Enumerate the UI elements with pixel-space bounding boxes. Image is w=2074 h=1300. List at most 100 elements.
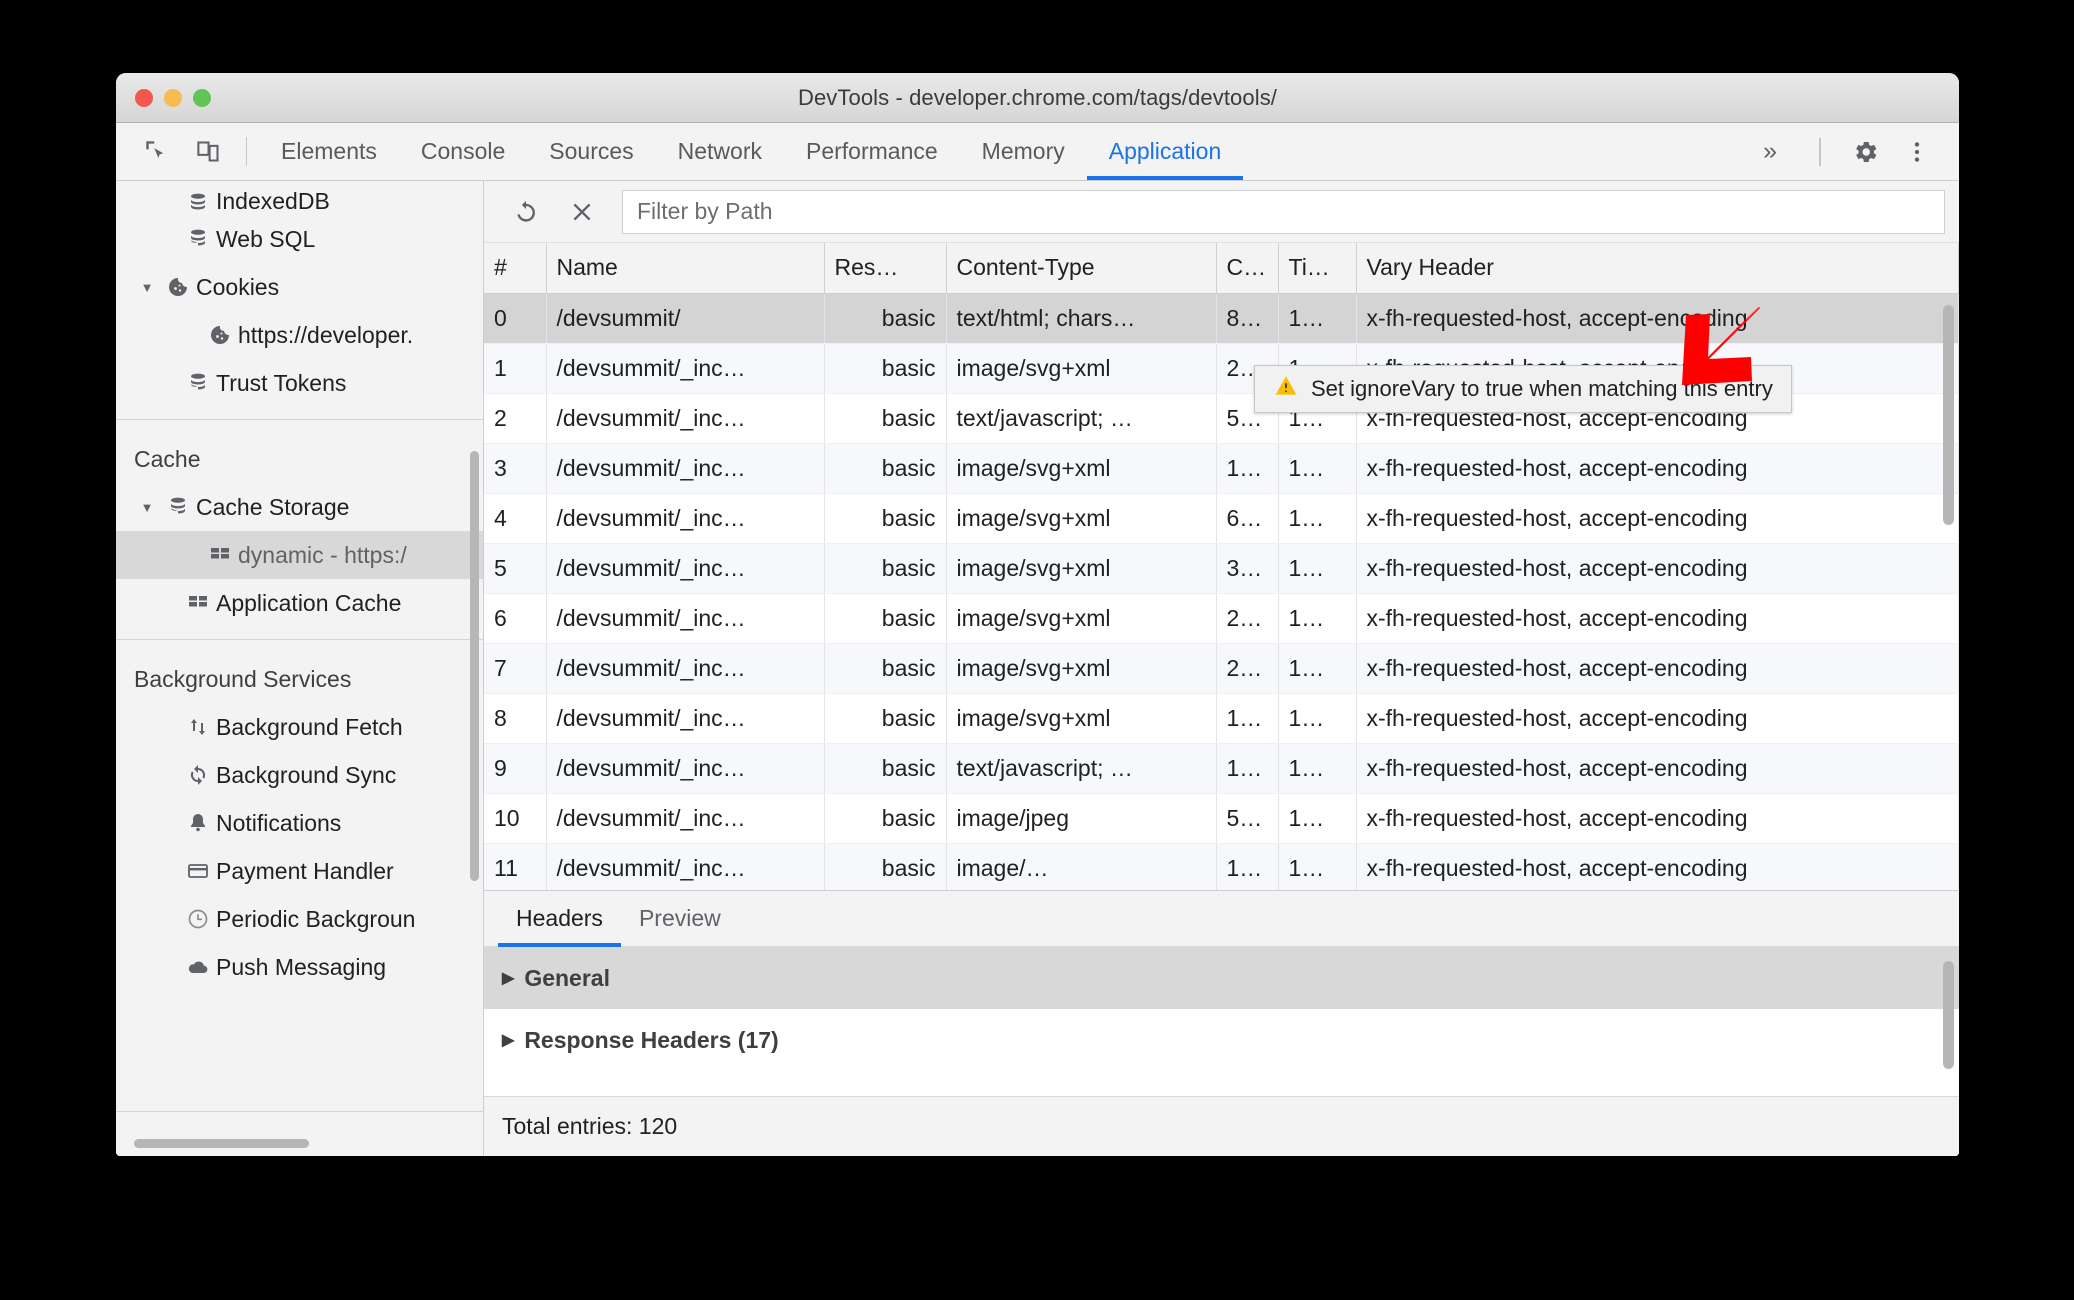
cell-index: 4	[484, 493, 547, 544]
chevron-down-icon[interactable]: ▼	[134, 500, 160, 515]
tab-application[interactable]: Application	[1086, 123, 1244, 180]
sync-icon	[180, 763, 216, 787]
more-tabs-chevron-icon[interactable]: »	[1739, 137, 1801, 166]
table-row[interactable]: 6 /devsummit/_inc… basic image/svg+xml 2…	[484, 593, 1959, 644]
toolbar-divider	[246, 137, 247, 166]
sidebar-item-notifications[interactable]: Notifications	[116, 799, 483, 847]
sidebar-item-cache-storage[interactable]: ▼ Cache Storage	[116, 483, 483, 531]
cell-time-cached: 1…	[1278, 443, 1357, 494]
sidebar-vertical-scrollbar[interactable]	[470, 451, 479, 881]
cell-content-type: image/svg+xml	[946, 543, 1217, 594]
cloud-icon	[180, 955, 216, 979]
accordion-label: Response Headers (17)	[524, 1026, 779, 1053]
sidebar-item-label: dynamic - https:/	[238, 541, 407, 568]
device-toolbar-icon[interactable]	[182, 123, 234, 180]
tab-preview[interactable]: Preview	[621, 891, 739, 946]
tab-headers[interactable]: Headers	[498, 891, 621, 947]
column-header-response-type[interactable]: Res…	[824, 243, 947, 294]
cookie-icon	[202, 323, 238, 347]
table-row[interactable]: 5 /devsummit/_inc… basic image/svg+xml 3…	[484, 543, 1959, 594]
cell-name: /devsummit/_inc…	[546, 793, 825, 844]
database-icon	[160, 495, 196, 519]
tab-memory[interactable]: Memory	[960, 123, 1087, 180]
sidebar-item-indexeddb[interactable]: IndexedDB	[116, 181, 483, 215]
cell-content-length: 8…	[1216, 293, 1279, 344]
cell-name: /devsummit/_inc…	[546, 843, 825, 890]
cell-content-length: 5…	[1216, 793, 1279, 844]
tab-console[interactable]: Console	[399, 123, 527, 180]
cell-vary-header: x-fh-requested-host, accept-encoding	[1356, 743, 1959, 794]
accordion-response-headers[interactable]: ▶ Response Headers (17)	[484, 1009, 1959, 1071]
cell-name: /devsummit/_inc…	[546, 743, 825, 794]
table-row[interactable]: 9 /devsummit/_inc… basic text/javascript…	[484, 743, 1959, 794]
detail-vertical-scrollbar[interactable]	[1943, 961, 1954, 1069]
gear-icon[interactable]	[1839, 137, 1891, 167]
column-header-vary-header[interactable]: Vary Header	[1356, 243, 1959, 294]
sidebar-item-label: Cookies	[196, 273, 280, 300]
sidebar-item-periodic-background-sync[interactable]: Periodic Backgroun	[116, 895, 483, 943]
table-vertical-scrollbar[interactable]	[1943, 305, 1954, 525]
sidebar-item-dynamic-cache[interactable]: dynamic - https:/	[116, 531, 483, 579]
devtools-body: IndexedDB Web SQL ▼ Cookies https://deve…	[116, 181, 1959, 1156]
sidebar-horizontal-scrollbar[interactable]	[134, 1139, 309, 1148]
cell-vary-header: x-fh-requested-host, accept-encoding	[1356, 543, 1959, 594]
sidebar-item-application-cache[interactable]: Application Cache	[116, 579, 483, 627]
sidebar-item-web-sql[interactable]: Web SQL	[116, 215, 483, 263]
table-row[interactable]: 0 /devsummit/ basic text/html; chars… 8……	[484, 293, 1959, 344]
table-row[interactable]: 3 /devsummit/_inc… basic image/svg+xml 1…	[484, 443, 1959, 494]
tab-performance[interactable]: Performance	[784, 123, 960, 180]
chevron-right-icon[interactable]: ▶	[502, 968, 514, 988]
tab-elements[interactable]: Elements	[259, 123, 399, 180]
updown-arrows-icon	[180, 715, 216, 739]
refresh-icon[interactable]	[498, 190, 554, 234]
database-icon	[180, 227, 216, 251]
table-row[interactable]: 7 /devsummit/_inc… basic image/svg+xml 2…	[484, 643, 1959, 694]
application-sidebar[interactable]: IndexedDB Web SQL ▼ Cookies https://deve…	[116, 181, 484, 1156]
chevron-right-icon[interactable]: ▶	[502, 1030, 514, 1050]
delete-x-icon[interactable]	[554, 190, 610, 234]
column-header-name[interactable]: Name	[546, 243, 825, 294]
inspect-element-icon[interactable]	[130, 123, 182, 180]
sidebar-divider	[116, 419, 483, 420]
sidebar-item-background-fetch[interactable]: Background Fetch	[116, 703, 483, 751]
cell-vary-header: x-fh-requested-host, accept-encoding	[1356, 693, 1959, 744]
accordion-general[interactable]: ▶ General	[484, 947, 1959, 1009]
table-row[interactable]: 8 /devsummit/_inc… basic image/svg+xml 1…	[484, 693, 1959, 744]
sidebar-item-push-messaging[interactable]: Push Messaging	[116, 943, 483, 991]
sidebar-item-payment-handler[interactable]: Payment Handler	[116, 847, 483, 895]
column-header-content-type[interactable]: Content-Type	[946, 243, 1217, 294]
cell-response-type: basic	[824, 693, 947, 744]
sidebar-item-label: https://developer.	[238, 321, 414, 348]
column-header-index[interactable]: #	[484, 243, 547, 294]
cell-response-type: basic	[824, 593, 947, 644]
sidebar-item-cookies[interactable]: ▼ Cookies	[116, 263, 483, 311]
column-header-time-cached[interactable]: Ti…	[1278, 243, 1357, 294]
sidebar-item-cookie-origin[interactable]: https://developer.	[116, 311, 483, 359]
tab-network[interactable]: Network	[656, 123, 784, 180]
cell-time-cached: 1…	[1278, 493, 1357, 544]
table-row[interactable]: 4 /devsummit/_inc… basic image/svg+xml 6…	[484, 493, 1959, 544]
kebab-menu-icon[interactable]	[1891, 139, 1943, 165]
cell-response-type: basic	[824, 643, 947, 694]
cell-index: 7	[484, 643, 547, 694]
sidebar-item-label: Background Sync	[216, 761, 397, 788]
table-row[interactable]: 11 /devsummit/_inc… basic image/… 1… 1… …	[484, 843, 1959, 890]
table-row[interactable]: 10 /devsummit/_inc… basic image/jpeg 5… …	[484, 793, 1959, 844]
tab-sources[interactable]: Sources	[527, 123, 655, 180]
cell-vary-header: x-fh-requested-host, accept-encoding	[1356, 593, 1959, 644]
cell-time-cached: 1…	[1278, 743, 1357, 794]
cell-index: 1	[484, 343, 547, 394]
cell-name: /devsummit/_inc…	[546, 643, 825, 694]
window-title-bar: DevTools - developer.chrome.com/tags/dev…	[116, 73, 1959, 123]
sidebar-item-trust-tokens[interactable]: Trust Tokens	[116, 359, 483, 407]
cell-name: /devsummit/	[546, 293, 825, 344]
cell-content-length: 1…	[1216, 443, 1279, 494]
column-header-content-length[interactable]: C…	[1216, 243, 1279, 294]
filter-by-path-input[interactable]	[622, 189, 1945, 234]
cell-content-type: image/svg+xml	[946, 493, 1217, 544]
chevron-down-icon[interactable]: ▼	[134, 280, 160, 295]
cell-response-type: basic	[824, 793, 947, 844]
sidebar-item-label: Cache Storage	[196, 493, 350, 520]
cell-response-type: basic	[824, 493, 947, 544]
sidebar-item-background-sync[interactable]: Background Sync	[116, 751, 483, 799]
